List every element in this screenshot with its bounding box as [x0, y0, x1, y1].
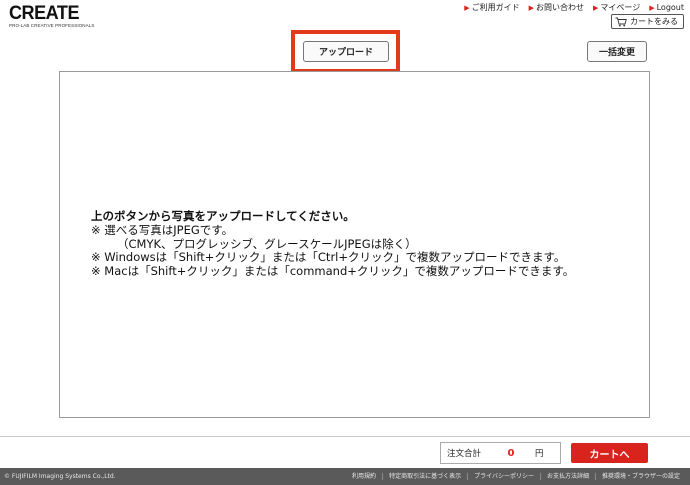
nav-link-mypage[interactable]: ▶ マイページ [593, 2, 640, 13]
triangle-right-icon: ▶ [528, 3, 534, 12]
photo-drop-area[interactable]: 上のボタンから写真をアップロードしてください。 ※ 選べる写真はJPEGです。 … [59, 71, 650, 418]
nav-link-contact[interactable]: ▶ お問い合わせ [529, 2, 584, 13]
order-total-box: 注文合計 0 円 [440, 442, 561, 464]
footer-link-environment[interactable]: 推奨環境・ブラウザーの設定 [594, 473, 686, 480]
view-cart-button[interactable]: カートをみる [611, 14, 684, 29]
instruction-line: ※ Windowsは「Shift+クリック」または「Ctrl+クリック」で複数ア… [91, 250, 566, 265]
site-footer: © FUJIFILM Imaging Systems Co.,Ltd. 利用規約… [0, 468, 690, 485]
nav-link-guide[interactable]: ▶ ご利用ガイド [464, 2, 519, 13]
footer-link-privacy[interactable]: プライバシーポリシー [467, 473, 540, 480]
bulk-change-button[interactable]: 一括変更 [587, 41, 647, 62]
nav-link-label: お問い合わせ [535, 3, 584, 12]
nav-link-label: ご利用ガイド [471, 3, 520, 12]
go-to-cart-button[interactable]: カートへ [571, 443, 648, 463]
order-total-label: 注文合計 [447, 449, 482, 459]
upload-instructions: 上のボタンから写真をアップロードしてください。 ※ 選べる写真はJPEGです。 … [91, 209, 641, 279]
top-navigation: ▶ ご利用ガイド ▶ お問い合わせ ▶ マイページ ▶ Logout [464, 2, 684, 13]
instruction-lead: 上のボタンから写真をアップロードしてください。 [91, 209, 355, 223]
instruction-line: ※ 選べる写真はJPEGです。 [91, 222, 234, 237]
instruction-line: （CMYK、プログレッシブ、グレースケールJPEGは除く） [117, 236, 417, 251]
order-total-value: 0 [507, 447, 515, 459]
order-total-unit: 円 [535, 449, 544, 459]
triangle-right-icon: ▶ [592, 3, 599, 12]
footer-link-commerce-law[interactable]: 特定商取引法に基づく表示 [382, 473, 467, 480]
nav-link-logout[interactable]: ▶ Logout [649, 2, 684, 13]
nav-link-label: マイページ [600, 3, 641, 12]
upload-button[interactable]: アップロード [303, 41, 389, 62]
create-logo[interactable]: CREATE PRO-LAB CREATIVE PROFESSIONALS [9, 3, 94, 29]
view-cart-label: カートをみる [630, 17, 678, 26]
footer-link-terms[interactable]: 利用規約 [346, 473, 382, 480]
logo-text: CREATE [9, 3, 80, 24]
copyright-text: © FUJIFILM Imaging Systems Co.,Ltd. [4, 473, 116, 480]
nav-link-label: Logout [656, 3, 684, 12]
footer-link-payment[interactable]: お支払方法詳細 [539, 473, 595, 480]
triangle-right-icon: ▶ [464, 3, 470, 12]
triangle-right-icon: ▶ [649, 3, 655, 12]
shopping-cart-icon [615, 17, 627, 26]
footer-links: 利用規約 特定商取引法に基づく表示 プライバシーポリシー お支払方法詳細 推奨環… [346, 473, 686, 480]
instruction-line: ※ Macは「Shift+クリック」または「command+クリック」で複数アッ… [91, 264, 575, 279]
